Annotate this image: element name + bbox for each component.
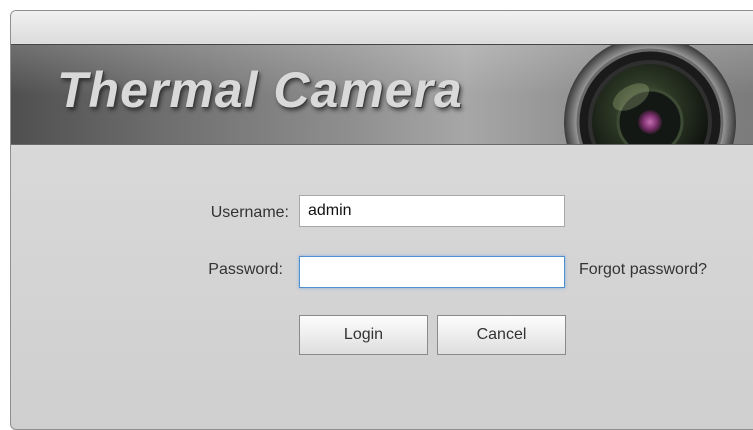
forgot-password-link[interactable]: Forgot password? xyxy=(579,261,707,279)
panel-top-strip xyxy=(11,11,753,43)
header-banner: Thermal Camera xyxy=(11,44,753,145)
password-input[interactable] xyxy=(299,256,565,288)
login-button[interactable]: Login xyxy=(299,315,428,355)
username-input[interactable] xyxy=(299,195,565,227)
camera-lens-icon xyxy=(564,45,736,144)
password-label: Password: xyxy=(208,261,283,278)
cancel-button[interactable]: Cancel xyxy=(437,315,566,355)
username-label: Username: xyxy=(210,204,289,221)
login-panel: Thermal Camera Username: admin Password:… xyxy=(10,10,753,430)
product-title: Thermal Camera xyxy=(57,62,463,118)
